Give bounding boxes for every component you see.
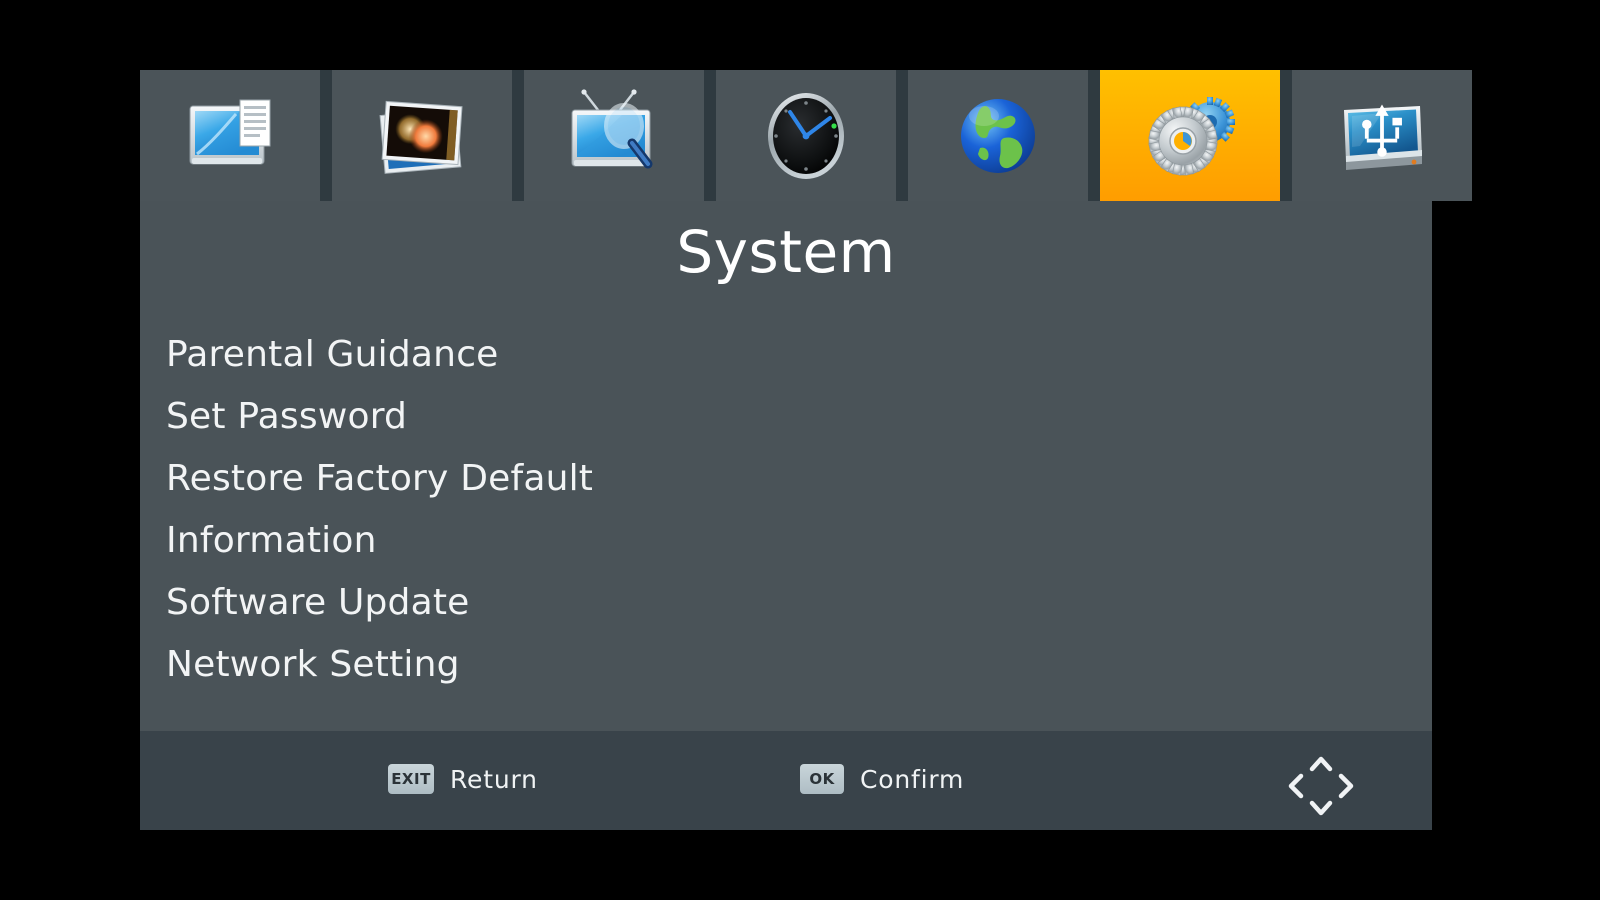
osd-panel: System Parental Guidance Set Password Re…: [140, 70, 1432, 830]
content-area: System Parental Guidance Set Password Re…: [140, 201, 1432, 731]
hint-confirm: OK Confirm: [800, 759, 964, 799]
channel-search-icon: [562, 86, 666, 186]
clock-time-icon: [754, 86, 858, 186]
arrow-down-icon: [1312, 803, 1330, 813]
arrow-up-icon: [1312, 759, 1330, 769]
tab-network[interactable]: [908, 70, 1088, 201]
menu-item-network-setting[interactable]: Network Setting: [166, 634, 1166, 696]
tv-screen: System Parental Guidance Set Password Re…: [0, 0, 1600, 900]
tab-system[interactable]: [1100, 70, 1280, 201]
arrow-left-icon: [1291, 776, 1301, 796]
return-label: Return: [450, 765, 538, 794]
tab-picture[interactable]: [332, 70, 512, 201]
menu-item-set-password[interactable]: Set Password: [166, 386, 1166, 448]
picture-media-icon: [370, 86, 474, 186]
globe-network-icon: [946, 86, 1050, 186]
page-title: System: [140, 223, 1432, 281]
tab-usb[interactable]: [1292, 70, 1472, 201]
tab-search[interactable]: [524, 70, 704, 201]
ok-key-badge[interactable]: OK: [800, 764, 844, 794]
dpad-arrows-icon: [1278, 753, 1364, 819]
footer-bar: EXIT Return OK Confirm: [140, 731, 1432, 830]
menu-item-software-update[interactable]: Software Update: [166, 572, 1166, 634]
tab-program[interactable]: [140, 70, 320, 201]
usb-drive-icon: [1330, 86, 1434, 186]
hint-return: EXIT Return: [388, 759, 538, 799]
program-list-icon: [178, 86, 282, 186]
tab-strip: [140, 70, 1432, 201]
confirm-label: Confirm: [860, 765, 964, 794]
tab-time[interactable]: [716, 70, 896, 201]
arrow-right-icon: [1341, 776, 1351, 796]
menu-item-parental-guidance[interactable]: Parental Guidance: [166, 324, 1166, 386]
menu-item-information[interactable]: Information: [166, 510, 1166, 572]
menu-list: Parental Guidance Set Password Restore F…: [166, 324, 1166, 696]
menu-item-restore-factory-default[interactable]: Restore Factory Default: [166, 448, 1166, 510]
gears-system-icon: [1138, 86, 1242, 186]
exit-key-badge[interactable]: EXIT: [388, 764, 434, 794]
